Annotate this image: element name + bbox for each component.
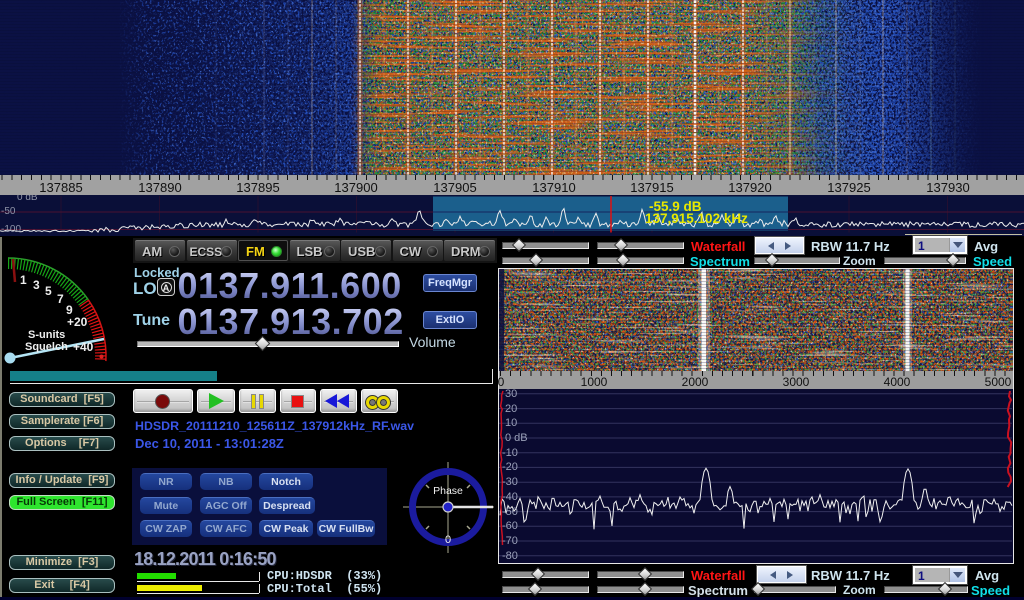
svg-text:0: 0 (445, 534, 451, 546)
svg-text:Phase: Phase (433, 485, 463, 497)
